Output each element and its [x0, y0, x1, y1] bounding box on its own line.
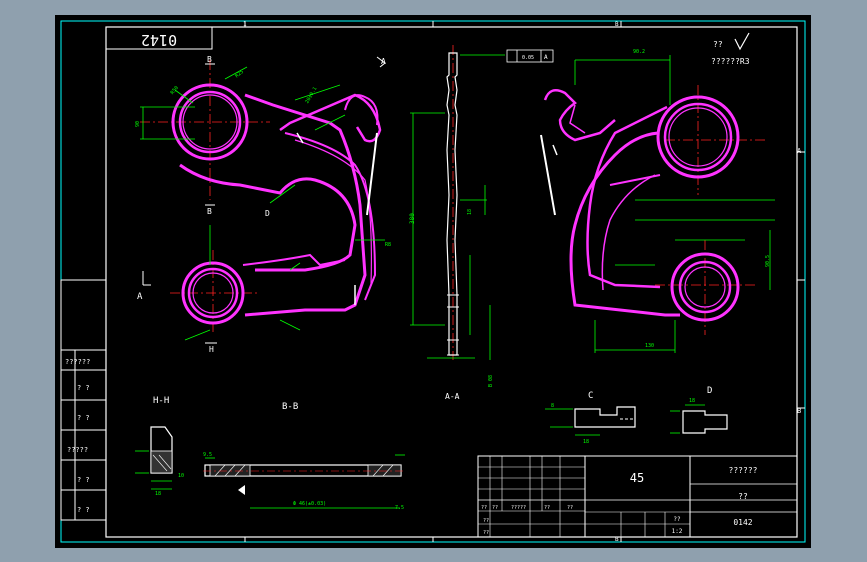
roughness-check-icon: [734, 32, 750, 51]
section-mark-b-bottom: B: [207, 207, 212, 216]
cad-drawing-sheet: 1 B B A B 0142 ?????? ? ? ? ? ????? ? ? …: [55, 15, 811, 548]
tb-row-4: ??: [544, 505, 550, 511]
dim-bb-95: 9.5: [203, 452, 212, 458]
drawing-canvas: 1 B B A B 0142 ?????? ? ? ? ? ????? ? ? …: [60, 20, 806, 543]
roughness-value: ??????R3: [711, 57, 750, 66]
left-cell-6: ? ?: [77, 506, 90, 514]
part-name: ??????: [729, 466, 758, 475]
tb-row-5: ??: [567, 505, 573, 511]
tb-row-7: ??: [483, 530, 489, 536]
tb-row-2: ??: [492, 505, 498, 511]
zone-label-top-left: 1: [243, 21, 247, 28]
dim-c-18: 18: [583, 439, 589, 445]
section-bb: B-B Ф 46(±0.03) 7.5 9.5: [203, 402, 405, 511]
dim-c-8: 8: [551, 403, 554, 409]
drawing-number-mirrored: 0142: [141, 31, 177, 49]
left-cell-4: ?????: [67, 446, 88, 454]
tb-row-3: ?????: [511, 505, 526, 511]
dim-left-90: 90: [135, 121, 141, 127]
left-cell-1: ??????: [65, 358, 90, 366]
tolerance-datum: A: [544, 54, 548, 61]
section-mark-a-left: A: [137, 292, 143, 302]
outer-border: [60, 20, 806, 543]
zone-label-right-a: A: [797, 147, 802, 155]
left-revision-column: ?????? ? ? ? ? ????? ? ? ? ?: [60, 279, 107, 521]
dim-aa-380: 380: [409, 213, 416, 224]
section-hh: H-H 18 10: [135, 396, 184, 497]
dim-right-130: 130: [645, 343, 654, 349]
side-view-aa: 380 18 B 08 0.05 A A-A: [409, 45, 554, 401]
section-title-d: D: [707, 386, 712, 396]
tolerance-value: 0.05: [522, 55, 534, 61]
section-title-hh: H-H: [153, 396, 169, 406]
scale-ratio: 1:2: [672, 528, 683, 535]
section-mark-d: D: [265, 209, 270, 218]
main-view-left: 90 R50 R25 20±0.1 R8 B B D H A A: [135, 55, 391, 354]
dim-right-vert: 90.5: [765, 255, 771, 267]
dim-hh-10: 10: [178, 473, 184, 479]
dim-hh-18: 18: [155, 491, 161, 497]
tb-row-1: ??: [481, 505, 487, 511]
section-mark-b-top: B: [207, 55, 212, 64]
dim-left-r8: R8: [385, 242, 391, 248]
dim-right-top: 90.2: [633, 49, 645, 55]
detail-c: C 18 8: [545, 391, 636, 445]
dim-left-20: 20±0.1: [304, 86, 318, 105]
left-cell-3: ? ?: [77, 414, 90, 422]
title-block: 45 ?????? ?? 0142 ?? 1:2 ?? ?? ????? ?? …: [477, 455, 798, 538]
unit-name: ??: [738, 492, 748, 501]
left-cell-5: ? ?: [77, 476, 90, 484]
section-title-bb: B-B: [282, 402, 298, 412]
dim-left-r25: R25: [234, 69, 245, 79]
dim-left-r50: R50: [170, 85, 180, 96]
dim-aa-18: 18: [467, 209, 473, 215]
detail-d: D 18: [670, 386, 728, 434]
roughness-label: ??: [713, 40, 723, 49]
zone-label-right-b: B: [797, 407, 801, 415]
dim-d-18: 18: [689, 398, 695, 404]
left-cell-2: ? ?: [77, 384, 90, 392]
dim-aa-b08: B 08: [488, 375, 494, 387]
drawing-number: 0142: [733, 518, 752, 527]
dim-bb-main: Ф 46(±0.03): [293, 501, 326, 507]
section-title-c: C: [588, 391, 593, 401]
zone-label-top-mid: B: [615, 21, 619, 28]
dim-bb-75: 7.5: [395, 505, 404, 511]
section-mark-h: H: [209, 345, 214, 354]
main-view-right: 90.2 130 90.5: [540, 49, 775, 353]
section-title-aa: A-A: [445, 392, 460, 401]
tb-row-6: ??: [483, 518, 489, 524]
material-label: 45: [630, 471, 644, 485]
sheet-label: ??: [673, 516, 681, 523]
